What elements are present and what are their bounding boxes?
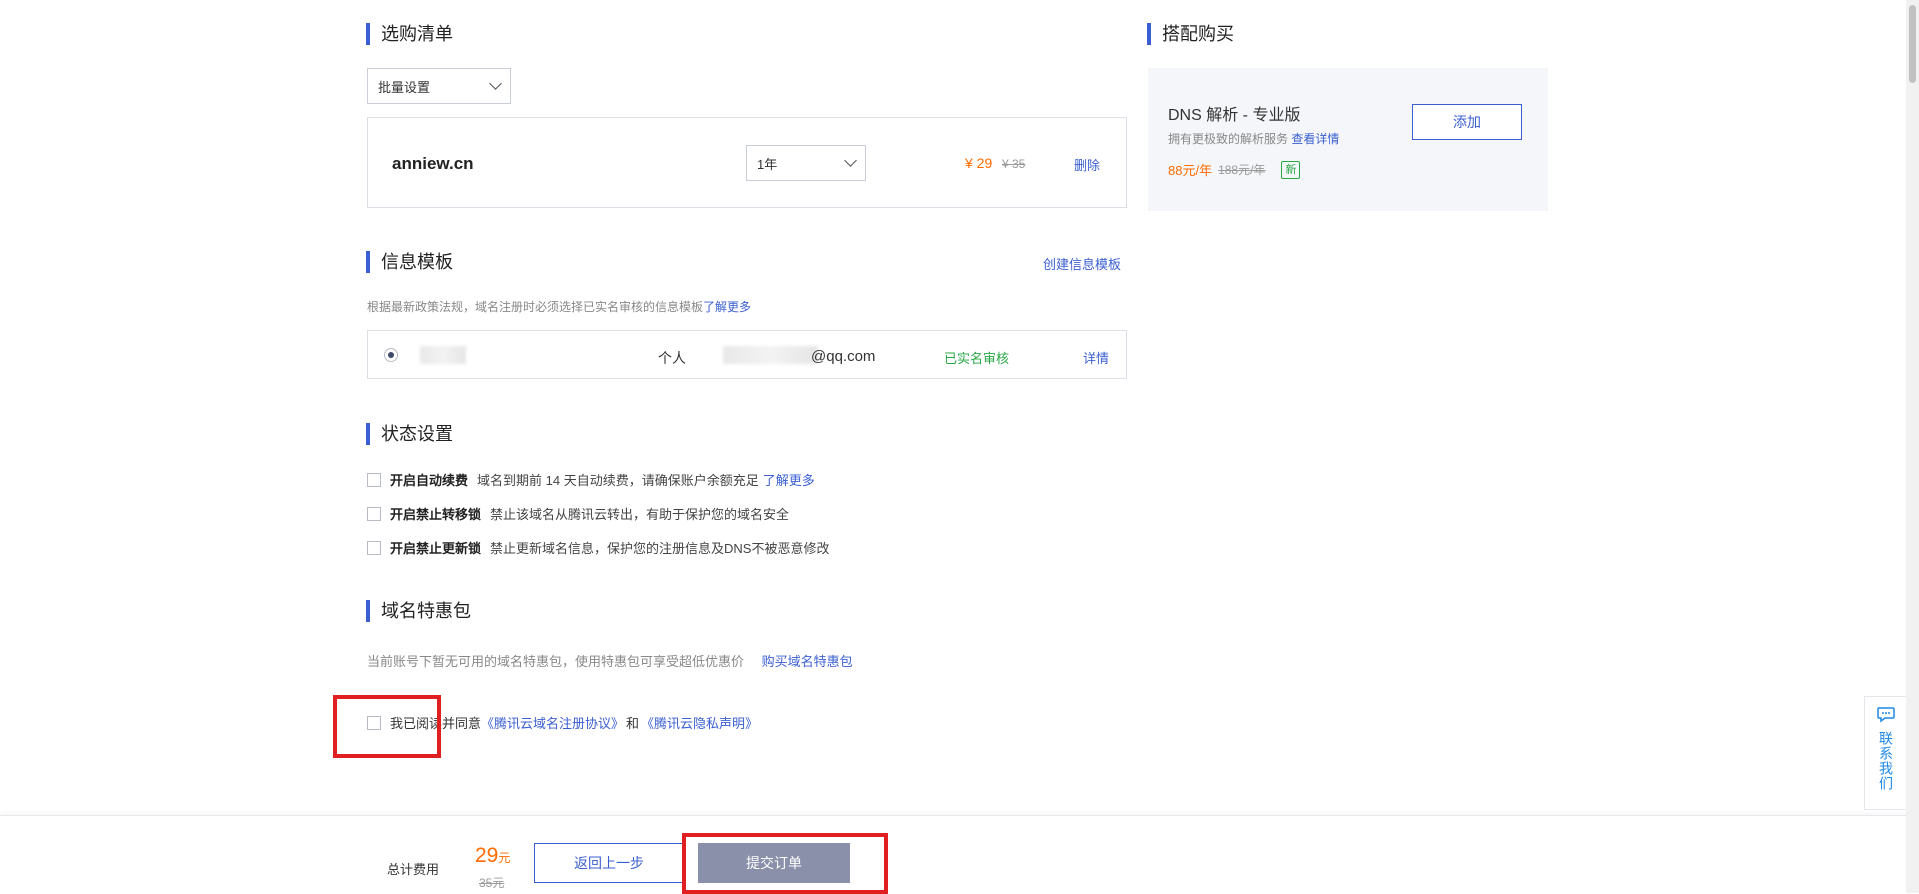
agreement-and: 和 [626, 716, 640, 731]
update-lock-label: 开启禁止更新锁 [390, 541, 482, 556]
template-status: 已实名审核 [944, 351, 1010, 366]
cart-item-price: ¥ 29 [965, 155, 993, 171]
template-row[interactable]: 个人 @qq.com 已实名审核 详情 [367, 330, 1127, 379]
addon-card: DNS 解析 - 专业版 拥有更极致的解析服务 查看详情 88元/年 188元/… [1148, 68, 1548, 211]
addon-name: DNS 解析 - 专业版 [1168, 107, 1301, 124]
template-details-link[interactable]: 详情 [1083, 348, 1109, 367]
auto-renew-option[interactable]: 开启自动续费 域名到期前 14 天自动续费，请确保账户余额充足 了解更多 [367, 470, 815, 489]
back-button[interactable]: 返回上一步 [534, 843, 684, 883]
new-badge: 新 [1281, 160, 1301, 179]
template-notice: 根据最新政策法规，域名注册时必须选择已实名审核的信息模板 [367, 300, 704, 314]
chevron-down-icon [844, 154, 857, 167]
template-type: 个人 [658, 350, 686, 366]
checkout-bar: 总计费用 29 元 35元 返回上一步 提交订单 [0, 815, 1919, 894]
cart-item-delete-link[interactable]: 删除 [1074, 155, 1100, 174]
update-lock-desc: 禁止更新域名信息，保护您的注册信息及DNS不被恶意修改 [490, 541, 830, 556]
auto-renew-learn-more-link[interactable]: 了解更多 [763, 470, 815, 489]
scrollbar-thumb[interactable] [1909, 5, 1916, 83]
cart-item-orig-price: ¥ 35 [1002, 157, 1026, 171]
redacted-email [723, 346, 818, 364]
buy-package-link[interactable]: 购买域名特惠包 [762, 654, 853, 669]
transfer-lock-label: 开启禁止转移锁 [390, 507, 482, 522]
create-template-link[interactable]: 创建信息模板 [1043, 254, 1121, 273]
update-lock-checkbox[interactable] [367, 540, 381, 555]
contact-us-widget[interactable]: 联系我们 [1864, 696, 1908, 810]
total-label: 总计费用 [387, 862, 440, 877]
transfer-lock-option[interactable]: 开启禁止转移锁 禁止该域名从腾讯云转出，有助于保护您的域名安全 [367, 504, 789, 523]
period-value: 1年 [757, 156, 778, 172]
contact-us-label: 联系我们 [1878, 731, 1894, 791]
auto-renew-checkbox[interactable] [367, 472, 381, 487]
total-unit: 元 [498, 851, 511, 865]
template-learn-more-link[interactable]: 了解更多 [703, 300, 751, 314]
registration-agreement-link[interactable]: 《腾讯云域名注册协议》 [481, 713, 624, 732]
bulk-settings-label: 批量设置 [378, 79, 431, 95]
addon-orig-price: 188元/年 [1218, 163, 1266, 177]
submit-highlight-box [682, 833, 888, 894]
status-section-title: 状态设置 [366, 423, 453, 445]
scrollbar-track[interactable] [1906, 0, 1919, 893]
addon-section-title: 搭配购买 [1147, 23, 1234, 45]
template-radio[interactable] [384, 348, 398, 362]
bulk-settings-select[interactable]: 批量设置 [367, 68, 511, 104]
template-section-title: 信息模板 [366, 251, 453, 273]
cart-item-row: anniew.cn 1年 ¥ 29 ¥ 35 删除 [367, 117, 1127, 208]
auto-renew-label: 开启自动续费 [390, 473, 469, 488]
chevron-down-icon [489, 77, 502, 90]
cart-section-title: 选购清单 [366, 23, 453, 45]
addon-detail-link[interactable]: 查看详情 [1291, 132, 1339, 146]
addon-price: 88元/年 [1168, 163, 1213, 178]
template-email-suffix: @qq.com [811, 348, 876, 365]
total-orig: 35元 [479, 876, 505, 890]
update-lock-option[interactable]: 开启禁止更新锁 禁止更新域名信息，保护您的注册信息及DNS不被恶意修改 [367, 538, 829, 557]
transfer-lock-desc: 禁止该域名从腾讯云转出，有助于保护您的域名安全 [490, 507, 790, 522]
agreement-highlight-box [333, 695, 441, 758]
package-desc: 当前账号下暂无可用的域名特惠包，使用特惠包可享受超低优惠价 [367, 654, 745, 669]
redacted-name [420, 346, 466, 364]
transfer-lock-checkbox[interactable] [367, 506, 381, 521]
addon-add-button[interactable]: 添加 [1412, 104, 1522, 140]
auto-renew-desc: 域名到期前 14 天自动续费，请确保账户余额充足 [477, 473, 759, 488]
cart-item-domain: anniew.cn [392, 154, 474, 173]
chat-icon [1877, 707, 1895, 723]
total-amount: 29 [475, 844, 499, 867]
period-select[interactable]: 1年 [746, 145, 866, 181]
privacy-statement-link[interactable]: 《腾讯云隐私声明》 [641, 713, 758, 732]
package-section-title: 域名特惠包 [366, 600, 471, 622]
addon-desc: 拥有更极致的解析服务 [1168, 132, 1289, 146]
